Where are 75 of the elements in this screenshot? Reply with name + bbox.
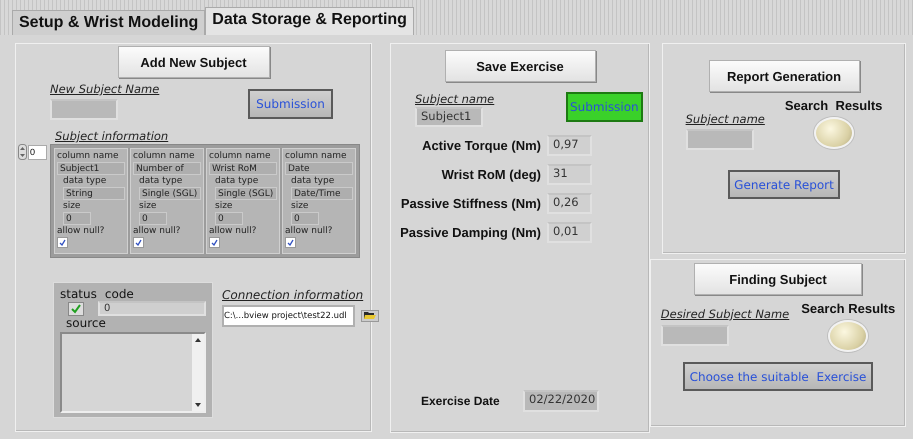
field-label: column name: [133, 151, 195, 161]
field-label: data type: [215, 176, 258, 186]
field-label: allow null?: [209, 226, 256, 236]
field-label: data type: [63, 176, 106, 186]
input-field[interactable]: [660, 325, 729, 346]
data-type-field[interactable]: String: [63, 187, 125, 200]
size-field[interactable]: 0: [139, 212, 167, 225]
finding-subject-button[interactable]: Finding Subject: [694, 263, 862, 295]
input-field[interactable]: [686, 129, 754, 150]
spinner-icon[interactable]: [18, 144, 27, 160]
measure-label: Active Torque (Nm): [421, 138, 541, 153]
scroll-up-icon[interactable]: [195, 338, 201, 342]
data-type-field[interactable]: Single (SGL): [139, 187, 201, 200]
value-field: 0,26: [547, 193, 592, 214]
date-label: Exercise Date: [421, 394, 497, 408]
data-type-field[interactable]: Single (SGL): [215, 187, 277, 200]
checkbox[interactable]: [285, 237, 296, 248]
choose-exercise-button[interactable]: Choose the suitable Exercise: [683, 362, 873, 391]
indicator-label: Search Results: [784, 98, 882, 113]
column-name-field[interactable]: Subject1: [57, 162, 125, 175]
data-type-field[interactable]: Date/Time: [291, 187, 353, 200]
input-field[interactable]: Subject1: [415, 107, 483, 127]
checkbox[interactable]: [133, 237, 144, 248]
section-label: Subject information: [55, 129, 170, 143]
field-label: column name: [209, 151, 271, 161]
size-field[interactable]: 0: [291, 212, 319, 225]
field-label: size: [63, 201, 80, 211]
field-label: Connection information: [222, 288, 364, 302]
source-field[interactable]: [60, 332, 206, 413]
checkbox[interactable]: [209, 237, 220, 248]
size-field[interactable]: 0: [215, 212, 243, 225]
field-label: column name: [285, 151, 347, 161]
scrollbar[interactable]: [192, 334, 204, 411]
field-label: size: [139, 201, 156, 211]
field-label: allow null?: [57, 226, 104, 236]
value-field: 0,97: [547, 135, 592, 156]
size-field[interactable]: 0: [63, 212, 91, 225]
report-generation-button[interactable]: Report Generation: [708, 60, 860, 92]
field-label: allow null?: [285, 226, 332, 236]
column-name-field[interactable]: Wrist RoM: [209, 162, 277, 175]
field-label: allow null?: [133, 226, 180, 236]
index-field[interactable]: 0: [28, 144, 47, 160]
date-field: 02/22/2020: [523, 390, 599, 412]
field-label: data type: [139, 176, 182, 186]
field-label: Desired Subject Name: [660, 307, 790, 321]
generate-report-button[interactable]: Generate Report: [728, 170, 840, 199]
field-label: source: [66, 316, 107, 330]
checkbox[interactable]: [57, 237, 68, 248]
code-field[interactable]: 0: [98, 301, 206, 316]
scroll-down-icon[interactable]: [195, 403, 201, 407]
save-exercise-button[interactable]: Save Exercise: [444, 50, 596, 82]
input-field[interactable]: [50, 99, 118, 120]
value-field: 31: [547, 164, 592, 185]
field-label: data type: [291, 176, 334, 186]
folder-icon[interactable]: [360, 310, 379, 322]
column-name-field[interactable]: Date: [285, 162, 353, 175]
field-label: New Subject Name: [50, 82, 160, 96]
measure-label: Wrist RoM (deg): [440, 167, 541, 182]
field-label: code: [104, 287, 134, 301]
field-label: column name: [57, 151, 119, 161]
value-field: 0,01: [547, 222, 592, 243]
add-subject-button[interactable]: Add New Subject: [118, 46, 270, 78]
measure-label: Passive Stiffness (Nm): [400, 196, 541, 211]
field-label: size: [215, 201, 232, 211]
tab[interactable]: Setup & Wrist Modeling: [12, 10, 206, 35]
measure-label: Passive Damping (Nm): [399, 225, 541, 240]
submission-button[interactable]: Submission: [248, 89, 333, 119]
field-label: size: [291, 201, 308, 211]
field-label: Subject name: [686, 112, 765, 126]
field-label: status: [60, 287, 97, 301]
field-label: Subject name: [415, 92, 496, 106]
indicator-label: Search Results: [801, 301, 896, 316]
column-name-field[interactable]: Number of: [133, 162, 201, 175]
tab[interactable]: Data Storage & Reporting: [205, 7, 414, 35]
path-field[interactable]: C:\...bview project\test22.udl: [222, 305, 355, 327]
